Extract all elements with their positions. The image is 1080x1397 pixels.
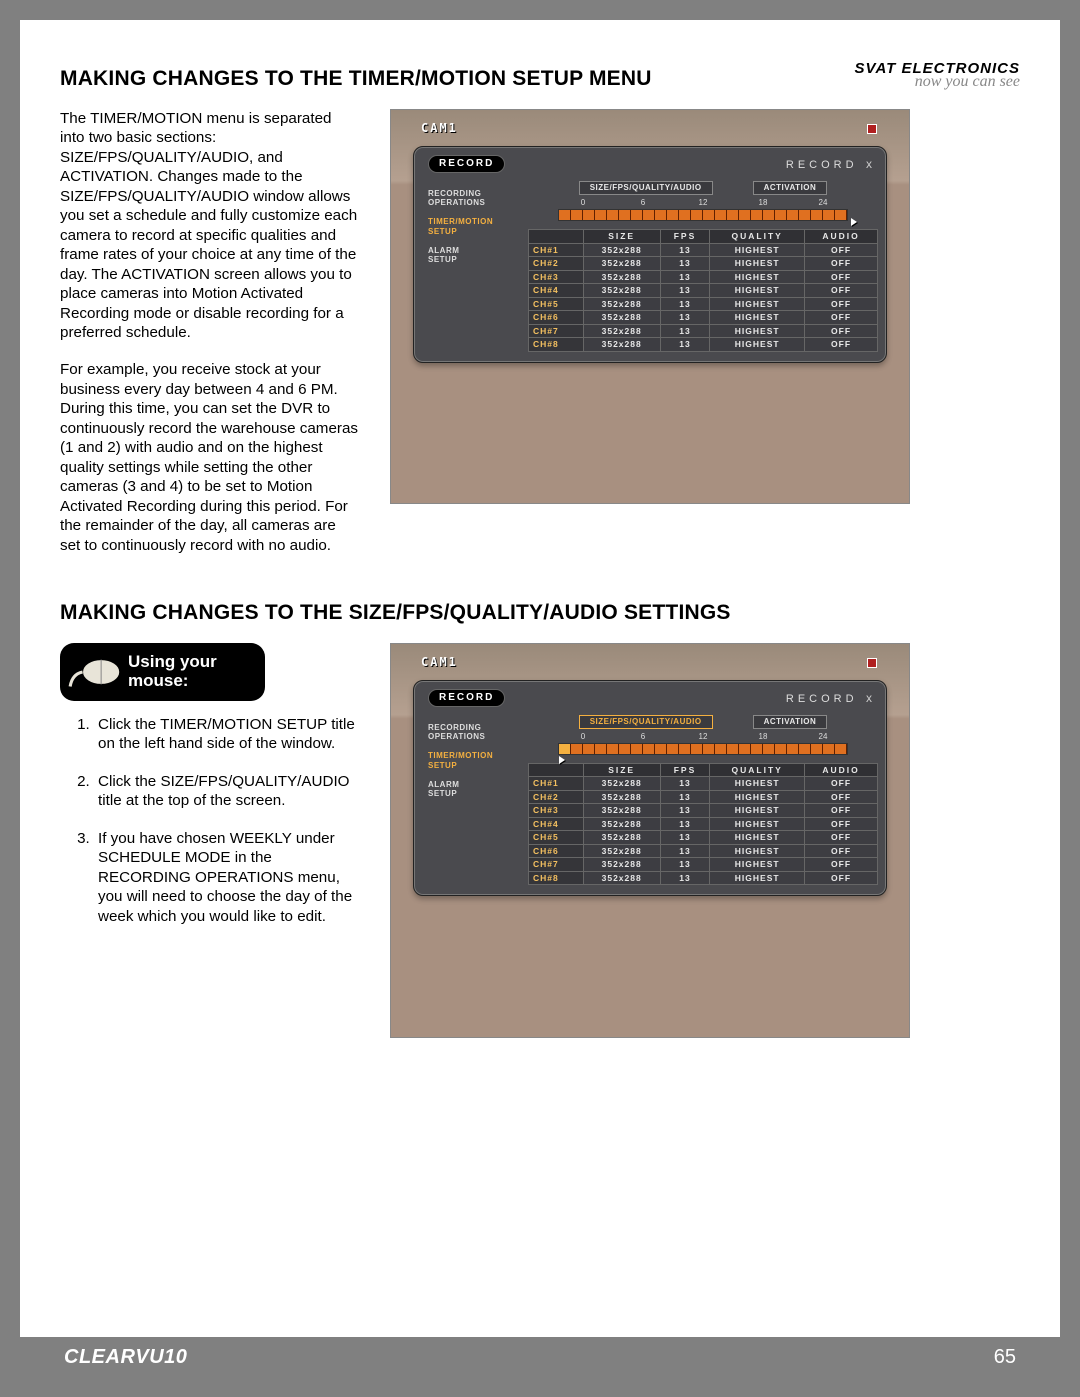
- footer-page-number: 65: [994, 1347, 1016, 1367]
- mouse-badge-text: Using your mouse:: [128, 653, 265, 690]
- table-row: CH#4352x28813HIGHESTOFF: [529, 817, 878, 831]
- col-quality: QUALITY: [710, 230, 805, 244]
- timeline-bar[interactable]: [558, 743, 848, 755]
- side-alarm-setup[interactable]: ALARM SETUP: [428, 246, 522, 264]
- side-alarm-setup[interactable]: ALARM SETUP: [428, 780, 522, 798]
- col-fps: FPS: [660, 763, 710, 777]
- footer-model: CLEARVU10: [64, 1347, 187, 1367]
- table-row: CH#1352x28813HIGHESTOFF: [529, 243, 878, 257]
- table-row: CH#6352x28813HIGHESTOFF: [529, 311, 878, 325]
- step-2: Click the SIZE/FPS/QUALITY/AUDIO title a…: [94, 772, 360, 811]
- cursor-icon: [851, 218, 857, 226]
- panel-mode-label: RECORD: [786, 693, 858, 705]
- using-your-mouse-badge: Using your mouse:: [60, 643, 265, 701]
- timeline-ticks: 0 6 12 18 24: [528, 733, 878, 741]
- section1-para2: For example, you receive stock at your b…: [60, 360, 360, 555]
- record-panel: RECORD RECORD x RECORDING OPERATIONS: [413, 146, 887, 363]
- tab-size-fps-quality-audio[interactable]: SIZE/FPS/QUALITY/AUDIO: [579, 715, 713, 729]
- table-row: CH#7352x28813HIGHESTOFF: [529, 324, 878, 338]
- close-icon[interactable]: x: [866, 691, 872, 705]
- camera-label: CAM1: [421, 122, 458, 134]
- table-row: CH#4352x28813HIGHESTOFF: [529, 284, 878, 298]
- page-footer: CLEARVU10 65: [20, 1337, 1060, 1377]
- tab-activation[interactable]: ACTIVATION: [753, 715, 828, 729]
- table-row: CH#3352x28813HIGHESTOFF: [529, 270, 878, 284]
- panel-title-pill: RECORD: [428, 155, 505, 173]
- side-menu: RECORDING OPERATIONS TIMER/MOTION SETUP …: [422, 179, 522, 352]
- manual-page: SVAT ELECTRONICS now you can see MAKING …: [20, 20, 1060, 1377]
- steps-list: Click the TIMER/MOTION SETUP title on th…: [60, 715, 360, 926]
- record-indicator-icon: [867, 124, 877, 134]
- table-row: CH#3352x28813HIGHESTOFF: [529, 804, 878, 818]
- side-timer-motion-setup[interactable]: TIMER/MOTION SETUP: [428, 217, 522, 235]
- side-recording-operations[interactable]: RECORDING OPERATIONS: [428, 723, 522, 741]
- mouse-icon: [66, 650, 128, 694]
- section2-text: Using your mouse: Click the TIMER/MOTION…: [60, 643, 360, 1038]
- col-fps: FPS: [660, 230, 710, 244]
- panel-mode-label: RECORD: [786, 159, 858, 171]
- table-row: CH#8352x28813HIGHESTOFF: [529, 871, 878, 885]
- step-1: Click the TIMER/MOTION SETUP title on th…: [94, 715, 360, 754]
- channel-table: SIZE FPS QUALITY AUDIO CH#1352x28813HIGH…: [528, 763, 878, 886]
- cursor-icon: [559, 756, 565, 764]
- side-recording-operations[interactable]: RECORDING OPERATIONS: [428, 189, 522, 207]
- close-icon[interactable]: x: [866, 157, 872, 171]
- table-row: CH#5352x28813HIGHESTOFF: [529, 831, 878, 845]
- dvr-screenshot-1: CAM1 RECORD RECORD x RECORDING: [390, 109, 910, 504]
- table-row: CH#1352x28813HIGHESTOFF: [529, 777, 878, 791]
- section2-title: MAKING CHANGES TO THE SIZE/FPS/QUALITY/A…: [60, 601, 1020, 625]
- camera-label: CAM1: [421, 656, 458, 668]
- table-row: CH#2352x28813HIGHESTOFF: [529, 257, 878, 271]
- table-row: CH#5352x28813HIGHESTOFF: [529, 297, 878, 311]
- channel-table: SIZE FPS QUALITY AUDIO CH#1352x28813HIGH…: [528, 229, 878, 352]
- table-row: CH#7352x28813HIGHESTOFF: [529, 858, 878, 872]
- col-audio: AUDIO: [805, 763, 878, 777]
- timeline-ticks: 0 6 12 18 24: [528, 199, 878, 207]
- table-row: CH#6352x28813HIGHESTOFF: [529, 844, 878, 858]
- section1-text: The TIMER/MOTION menu is separated into …: [60, 109, 360, 573]
- col-size: SIZE: [583, 230, 660, 244]
- record-indicator-icon: [867, 658, 877, 668]
- tab-size-fps-quality-audio[interactable]: SIZE/FPS/QUALITY/AUDIO: [579, 181, 713, 195]
- side-menu: RECORDING OPERATIONS TIMER/MOTION SETUP …: [422, 713, 522, 886]
- tab-activation[interactable]: ACTIVATION: [753, 181, 828, 195]
- dvr-screenshot-2: CAM1 RECORD RECORD x RECORDING: [390, 643, 910, 1038]
- col-size: SIZE: [583, 763, 660, 777]
- table-row: CH#8352x28813HIGHESTOFF: [529, 338, 878, 352]
- record-panel: RECORD RECORD x RECORDING OPERATIONS: [413, 680, 887, 897]
- col-quality: QUALITY: [710, 763, 805, 777]
- col-audio: AUDIO: [805, 230, 878, 244]
- step-3: If you have chosen WEEKLY under SCHEDULE…: [94, 829, 360, 926]
- table-row: CH#2352x28813HIGHESTOFF: [529, 790, 878, 804]
- panel-title-pill: RECORD: [428, 689, 505, 707]
- section1-para1: The TIMER/MOTION menu is separated into …: [60, 109, 360, 342]
- timeline-bar[interactable]: [558, 209, 848, 221]
- side-timer-motion-setup[interactable]: TIMER/MOTION SETUP: [428, 751, 522, 769]
